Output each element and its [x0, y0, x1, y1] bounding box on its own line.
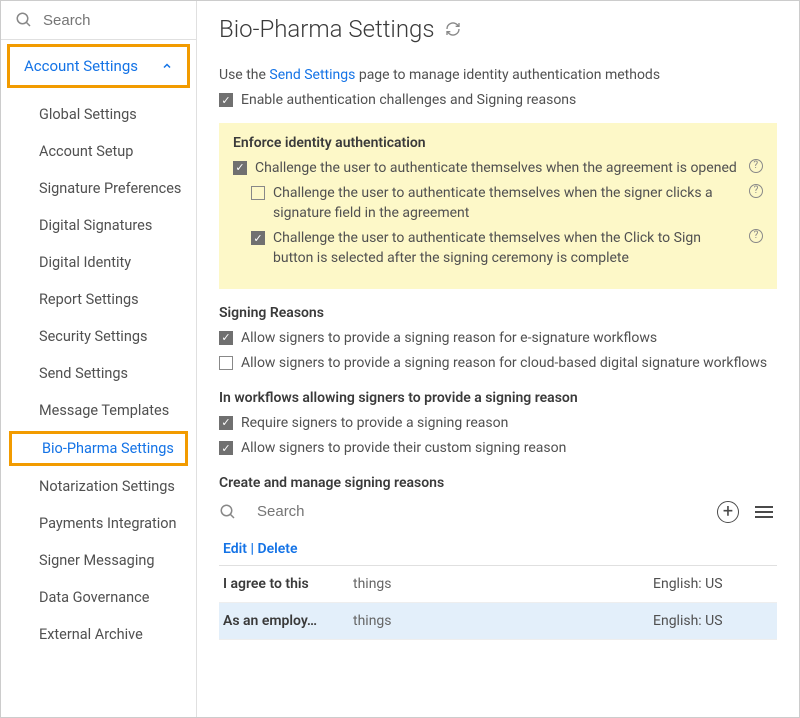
main-content: Bio-Pharma Settings Use the Send Setting… — [197, 1, 799, 717]
manage-reasons-section: Create and manage signing reasons + Edit… — [219, 475, 777, 640]
enable-auth-row: Enable authentication challenges and Sig… — [219, 91, 777, 111]
signing-opt2-checkbox[interactable] — [219, 356, 233, 370]
sidebar-item-security-settings[interactable]: Security Settings — [1, 318, 196, 355]
sidebar: Account Settings Global Settings Account… — [1, 1, 197, 717]
sidebar-item-send-settings[interactable]: Send Settings — [1, 355, 196, 392]
edit-action[interactable]: Edit — [223, 541, 247, 557]
sidebar-item-digital-signatures[interactable]: Digital Signatures — [1, 207, 196, 244]
sidebar-item-payments-integration[interactable]: Payments Integration — [1, 505, 196, 542]
sidebar-search-input[interactable] — [43, 12, 182, 29]
signing-opt1-checkbox[interactable] — [219, 331, 233, 345]
nav-section-label: Account Settings — [24, 57, 138, 75]
workflow-opt1-checkbox[interactable] — [219, 416, 233, 430]
workflow-opt2-checkbox[interactable] — [219, 441, 233, 455]
sidebar-item-notarization-settings[interactable]: Notarization Settings — [1, 468, 196, 505]
sidebar-search[interactable] — [1, 1, 196, 40]
category-cell: things — [353, 576, 653, 592]
help-icon[interactable]: ? — [749, 159, 763, 173]
intro-suffix: page to manage identity authentication m… — [355, 67, 660, 83]
add-reason-button[interactable]: + — [717, 501, 739, 523]
identity-opt2-row: Challenge the user to authenticate thems… — [251, 184, 763, 223]
intro-prefix: Use the — [219, 67, 269, 83]
workflow-opt2-label: Allow signers to provide their custom si… — [241, 439, 566, 459]
sidebar-item-signer-messaging[interactable]: Signer Messaging — [1, 542, 196, 579]
chevron-up-icon — [161, 60, 173, 72]
signing-opt1-row: Allow signers to provide a signing reaso… — [219, 329, 777, 349]
workflow-opt1-row: Require signers to provide a signing rea… — [219, 414, 777, 434]
page-title-text: Bio-Pharma Settings — [219, 15, 435, 43]
identity-heading: Enforce identity authentication — [233, 135, 763, 151]
workflow-opt2-row: Allow signers to provide their custom si… — [219, 439, 777, 459]
sidebar-item-bio-pharma-settings[interactable]: Bio-Pharma Settings — [9, 431, 188, 466]
signing-opt2-row: Allow signers to provide a signing reaso… — [219, 354, 777, 374]
page-title: Bio-Pharma Settings — [219, 15, 777, 43]
enable-auth-label: Enable authentication challenges and Sig… — [241, 91, 576, 111]
identity-opt1-label: Challenge the user to authenticate thems… — [255, 159, 737, 179]
lang-cell: English: US — [653, 613, 773, 629]
identity-opt1-checkbox[interactable] — [233, 161, 247, 175]
enable-auth-checkbox[interactable] — [219, 93, 233, 107]
sidebar-item-report-settings[interactable]: Report Settings — [1, 281, 196, 318]
sidebar-item-message-templates[interactable]: Message Templates — [1, 392, 196, 429]
reason-cell: As an employ… — [223, 613, 353, 629]
signing-opt2-label: Allow signers to provide a signing reaso… — [241, 354, 767, 374]
identity-opt3-label: Challenge the user to authenticate thems… — [273, 229, 737, 268]
workflow-heading: In workflows allowing signers to provide… — [219, 390, 777, 406]
reasons-toolbar: + — [219, 501, 777, 523]
table-row[interactable]: As an employ… things English: US — [219, 603, 777, 640]
signing-heading: Signing Reasons — [219, 305, 777, 321]
identity-opt2-checkbox[interactable] — [251, 186, 265, 200]
sidebar-item-account-setup[interactable]: Account Setup — [1, 133, 196, 170]
reasons-search-wrap[interactable] — [219, 503, 705, 521]
send-settings-link[interactable]: Send Settings — [269, 67, 355, 83]
nav-section-account-settings[interactable]: Account Settings — [7, 44, 190, 88]
menu-icon[interactable] — [751, 502, 777, 522]
help-icon[interactable]: ? — [749, 184, 763, 198]
table-row[interactable]: I agree to this things English: US — [219, 566, 777, 603]
refresh-icon[interactable] — [445, 21, 461, 37]
sidebar-item-digital-identity[interactable]: Digital Identity — [1, 244, 196, 281]
sidebar-item-signature-preferences[interactable]: Signature Preferences — [1, 170, 196, 207]
identity-opt3-checkbox[interactable] — [251, 231, 265, 245]
workflow-section: In workflows allowing signers to provide… — [219, 390, 777, 459]
category-cell: things — [353, 613, 653, 629]
identity-opt3-row: Challenge the user to authenticate thems… — [251, 229, 763, 268]
search-icon — [219, 503, 237, 521]
nav-list: Global Settings Account Setup Signature … — [1, 92, 196, 657]
search-icon — [15, 11, 33, 29]
identity-auth-box: Enforce identity authentication Challeng… — [219, 123, 777, 289]
lang-cell: English: US — [653, 576, 773, 592]
sidebar-item-external-archive[interactable]: External Archive — [1, 616, 196, 653]
signing-reasons-section: Signing Reasons Allow signers to provide… — [219, 305, 777, 374]
reasons-heading: Create and manage signing reasons — [219, 475, 777, 491]
reasons-search-input[interactable] — [257, 503, 705, 520]
intro-text: Use the Send Settings page to manage ide… — [219, 67, 777, 83]
help-icon[interactable]: ? — [749, 229, 763, 243]
sidebar-item-global-settings[interactable]: Global Settings — [1, 96, 196, 133]
delete-action[interactable]: Delete — [257, 541, 297, 557]
workflow-opt1-label: Require signers to provide a signing rea… — [241, 414, 508, 434]
signing-opt1-label: Allow signers to provide a signing reaso… — [241, 329, 657, 349]
identity-opt1-row: Challenge the user to authenticate thems… — [233, 159, 763, 179]
sidebar-item-data-governance[interactable]: Data Governance — [1, 579, 196, 616]
table-actions: Edit | Delete — [219, 533, 777, 566]
identity-opt2-label: Challenge the user to authenticate thems… — [273, 184, 737, 223]
reason-cell: I agree to this — [223, 576, 353, 592]
